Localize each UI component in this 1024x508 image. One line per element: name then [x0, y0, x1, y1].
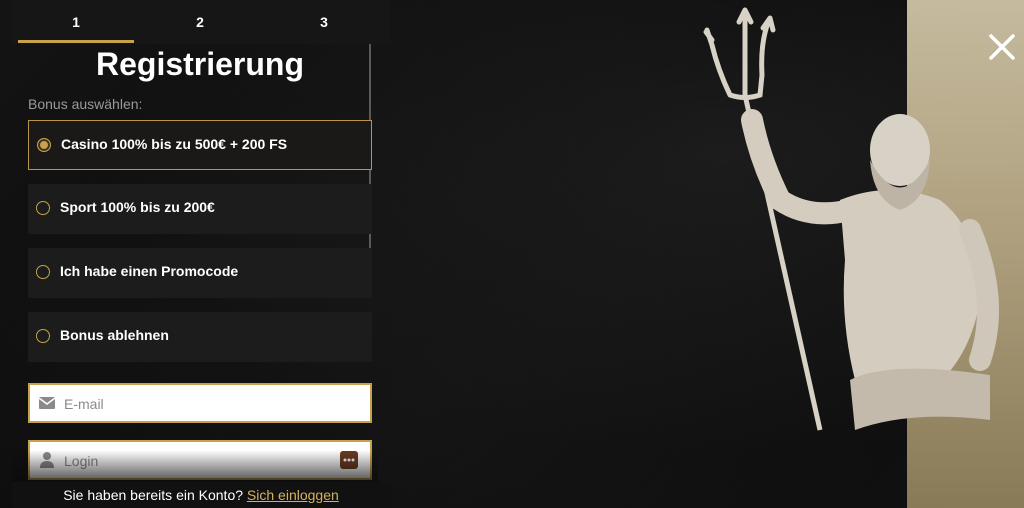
bonus-option-decline[interactable]: Bonus ablehnen — [28, 312, 372, 362]
step-3[interactable]: 3 — [266, 0, 382, 44]
step-2[interactable]: 2 — [142, 0, 258, 44]
radio-selected-icon — [37, 138, 51, 152]
radio-icon — [36, 329, 50, 343]
bonus-option-label: Sport 100% bis zu 200€ — [60, 199, 215, 215]
active-step-indicator — [18, 40, 134, 43]
login-prompt-text: Sie haben bereits ein Konto? — [63, 487, 247, 503]
radio-icon — [36, 201, 50, 215]
login-prompt: Sie haben bereits ein Konto? Sich einlog… — [12, 482, 390, 508]
registration-stepper: 1 2 3 — [12, 0, 390, 44]
bonus-option-casino[interactable]: Casino 100% bis zu 500€ + 200 FS — [28, 120, 372, 170]
bonus-option-sport[interactable]: Sport 100% bis zu 200€ — [28, 184, 372, 234]
login-link[interactable]: Sich einloggen — [247, 487, 339, 503]
page-title: Registrierung — [95, 46, 305, 82]
poseidon-statue-image — [703, 7, 999, 431]
bonus-select-label: Bonus auswählen: — [28, 96, 143, 112]
bonus-option-label: Ich habe einen Promocode — [60, 263, 239, 279]
close-button[interactable] — [985, 30, 1019, 64]
step-1[interactable]: 1 — [18, 0, 134, 44]
bonus-option-label: Casino 100% bis zu 500€ + 200 FS — [61, 136, 288, 152]
bonus-option-label: Bonus ablehnen — [60, 327, 169, 343]
envelope-icon — [38, 397, 56, 409]
email-field — [28, 383, 372, 423]
email-input[interactable] — [62, 385, 356, 423]
close-icon — [989, 34, 1015, 60]
bonus-option-promocode[interactable]: Ich habe einen Promocode — [28, 248, 372, 298]
radio-icon — [36, 265, 50, 279]
